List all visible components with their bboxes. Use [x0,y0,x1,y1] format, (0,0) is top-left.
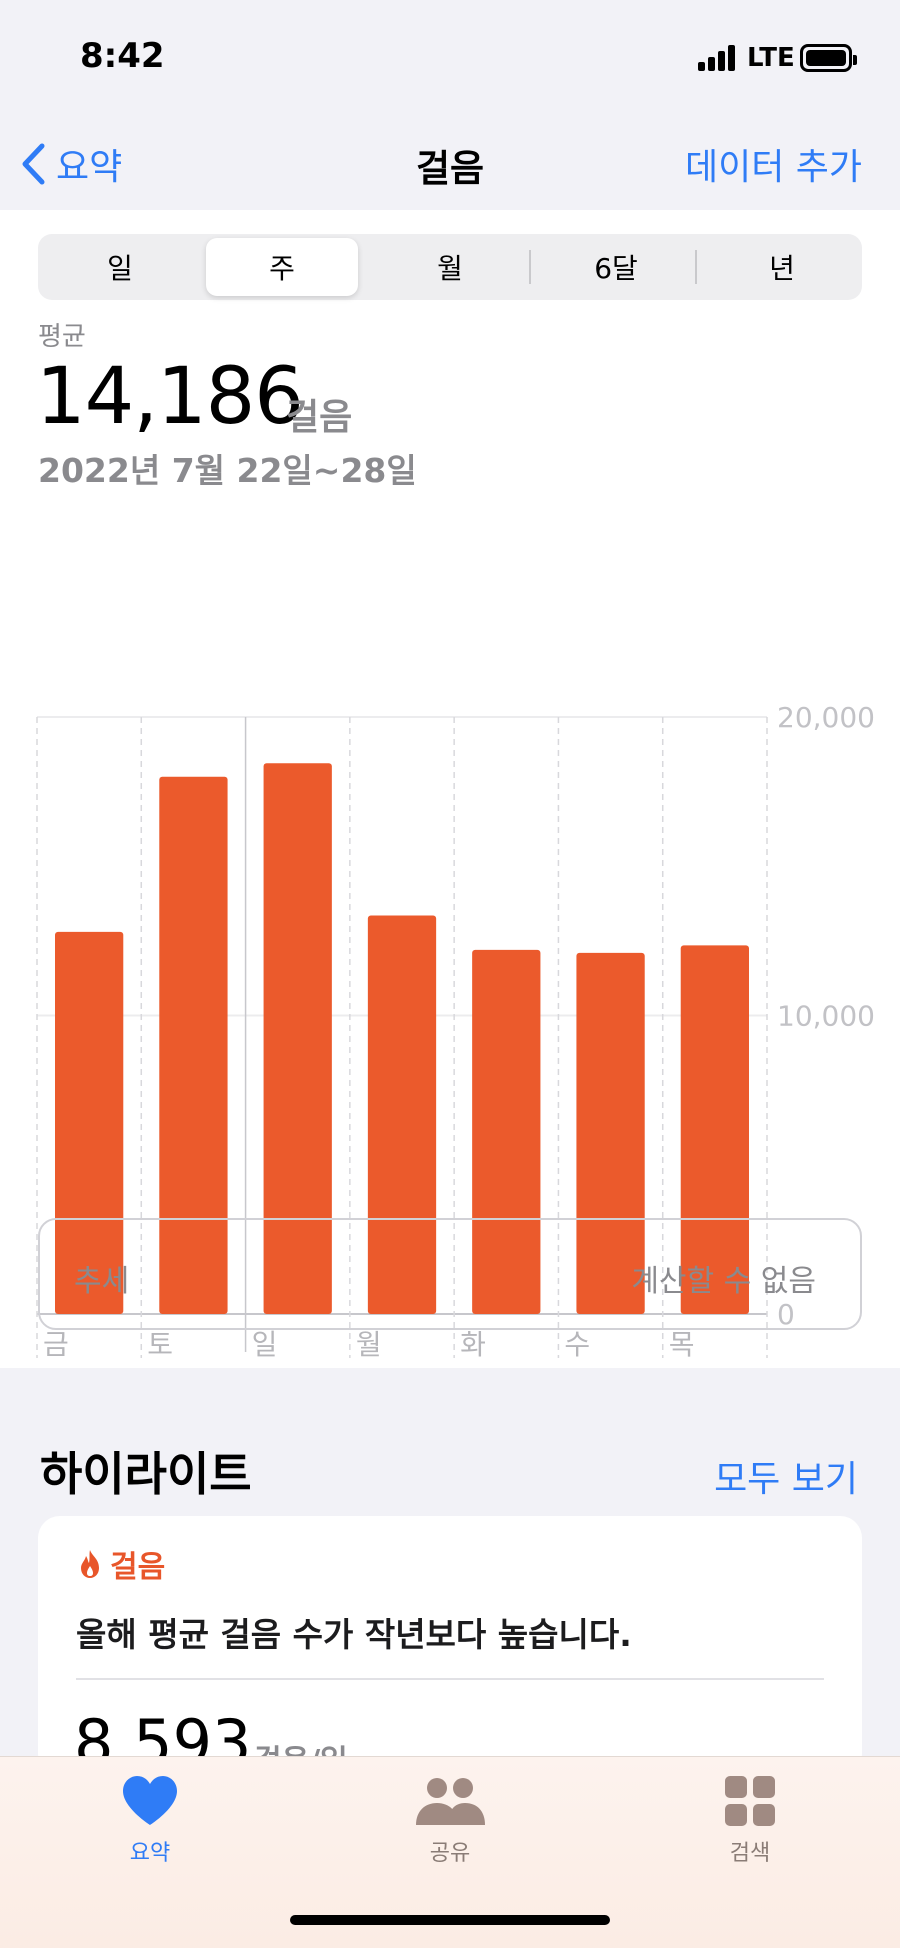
x-tick-label: 월 [356,1328,382,1361]
highlights-title: 하이라이트 [40,1447,252,1501]
x-tick-label: 수 [564,1328,590,1361]
navigation-bar: 요약 걸음 데이터 추가 [0,110,900,210]
cellular-signal-icon [698,45,740,71]
tab-label: 공유 [429,1841,471,1866]
tab-summary[interactable]: 요약 [50,1775,250,1867]
see-all-button[interactable]: 모두 보기 [714,1450,858,1502]
segment-day[interactable]: 일 [38,234,202,300]
trend-card[interactable]: 추세 계산할 수 없음 [38,1218,862,1330]
highlight-category: 걸음 [78,1542,165,1586]
segment-6months[interactable]: 6달 [534,234,698,300]
network-type: LTE [747,43,795,73]
segment-week[interactable]: 주 [206,238,358,296]
tab-sharing[interactable]: 공유 [350,1775,550,1867]
home-indicator [290,1915,610,1925]
people-icon [416,1778,485,1825]
grid-icon [725,1776,775,1826]
x-tick-label: 금 [43,1328,69,1361]
segment-divider [529,250,531,284]
x-tick-label: 토 [147,1328,173,1361]
tab-label: 검색 [729,1841,771,1866]
highlight-text: 올해 평균 걸음 수가 작년보다 높습니다. [76,1615,632,1654]
segment-divider [695,250,697,284]
steps-detail-panel: 일 주 월 6달 년 평균 14,186 걸음 2022년 7월 22일~28일… [0,210,900,1368]
divider [76,1678,824,1680]
x-tick-label: 일 [252,1328,278,1361]
status-bar: 8:42 LTE [0,0,900,110]
status-time: 8:42 [80,36,165,76]
highlight-category-label: 걸음 [110,1550,166,1585]
time-range-selector: 일 주 월 6달 년 [38,234,862,300]
trend-label: 추세 [74,1264,130,1299]
x-tick-label: 목 [669,1328,695,1361]
y-tick-label: 20,000 [777,701,875,734]
tab-browse[interactable]: 검색 [650,1775,850,1867]
highlight-card[interactable]: 걸음 올해 평균 걸음 수가 작년보다 높습니다. 8,593 걸음/일 [38,1516,862,1779]
add-data-button[interactable]: 데이터 추가 [685,138,862,190]
battery-icon [800,44,857,72]
y-tick-label: 10,000 [777,1000,875,1033]
segment-month[interactable]: 월 [368,234,532,300]
x-tick-label: 화 [460,1328,486,1361]
average-value: 14,186 [36,352,304,442]
tab-label: 요약 [129,1841,171,1866]
date-range: 2022년 7월 22일~28일 [38,451,417,490]
average-label: 평균 [38,322,86,352]
trend-value: 계산할 수 없음 [631,1264,816,1299]
average-unit: 걸음 [286,397,353,438]
segment-year[interactable]: 년 [700,234,864,300]
flame-icon [81,1550,99,1578]
heart-icon [123,1776,177,1825]
